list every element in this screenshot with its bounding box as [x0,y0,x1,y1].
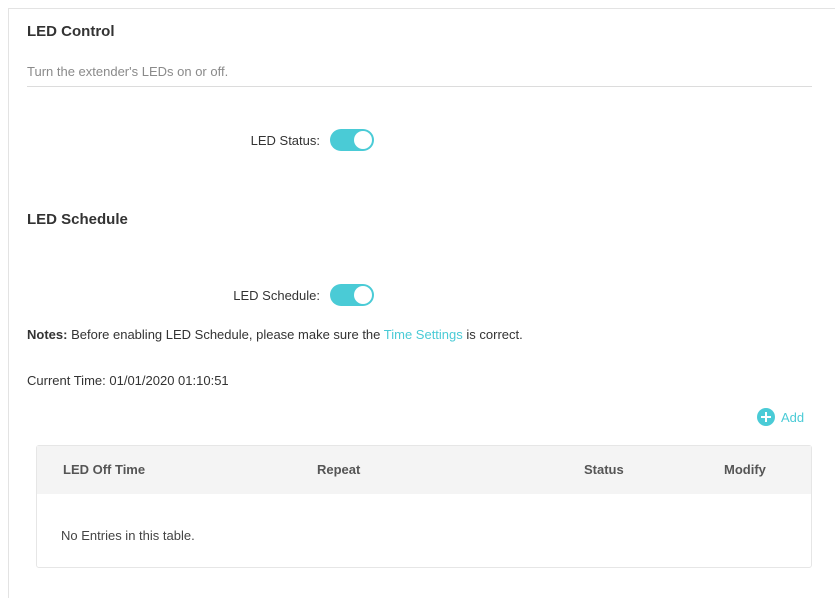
column-status: Status [584,462,624,477]
led-control-description: Turn the extender's LEDs on or off. [27,64,229,79]
notes-prefix: Notes: [27,327,68,342]
plus-circle-icon [757,408,775,426]
led-settings-panel: LED Control Turn the extender's LEDs on … [8,8,835,598]
toggle-knob [354,286,372,304]
led-schedule-toggle[interactable] [330,284,374,306]
schedule-table: LED Off Time Repeat Status Modify No Ent… [36,445,812,568]
toggle-knob [354,131,372,149]
add-button[interactable]: Add [757,408,804,426]
current-time-row: Current Time: 01/01/2020 01:10:51 [27,373,229,388]
led-status-label: LED Status: [250,133,320,148]
column-led-off-time: LED Off Time [63,462,146,477]
column-repeat: Repeat [317,462,361,477]
notes-text: Before enabling LED Schedule, please mak… [71,327,381,342]
current-time-label: Current Time: [27,373,106,388]
led-status-toggle[interactable] [330,129,374,151]
notes-suffix: is correct. [466,327,523,342]
led-schedule-label: LED Schedule: [233,288,320,303]
time-settings-link[interactable]: Time Settings [384,327,463,342]
led-schedule-title: LED Schedule [27,211,128,228]
table-header: LED Off Time Repeat Status Modify [37,446,811,494]
empty-table-message: No Entries in this table. [61,528,195,543]
current-time-value: 01/01/2020 01:10:51 [109,373,229,388]
led-control-title: LED Control [27,23,115,40]
add-label: Add [781,409,805,425]
section-divider [27,86,812,87]
schedule-notes: Notes: Before enabling LED Schedule, ple… [27,327,523,342]
column-modify: Modify [724,462,766,477]
